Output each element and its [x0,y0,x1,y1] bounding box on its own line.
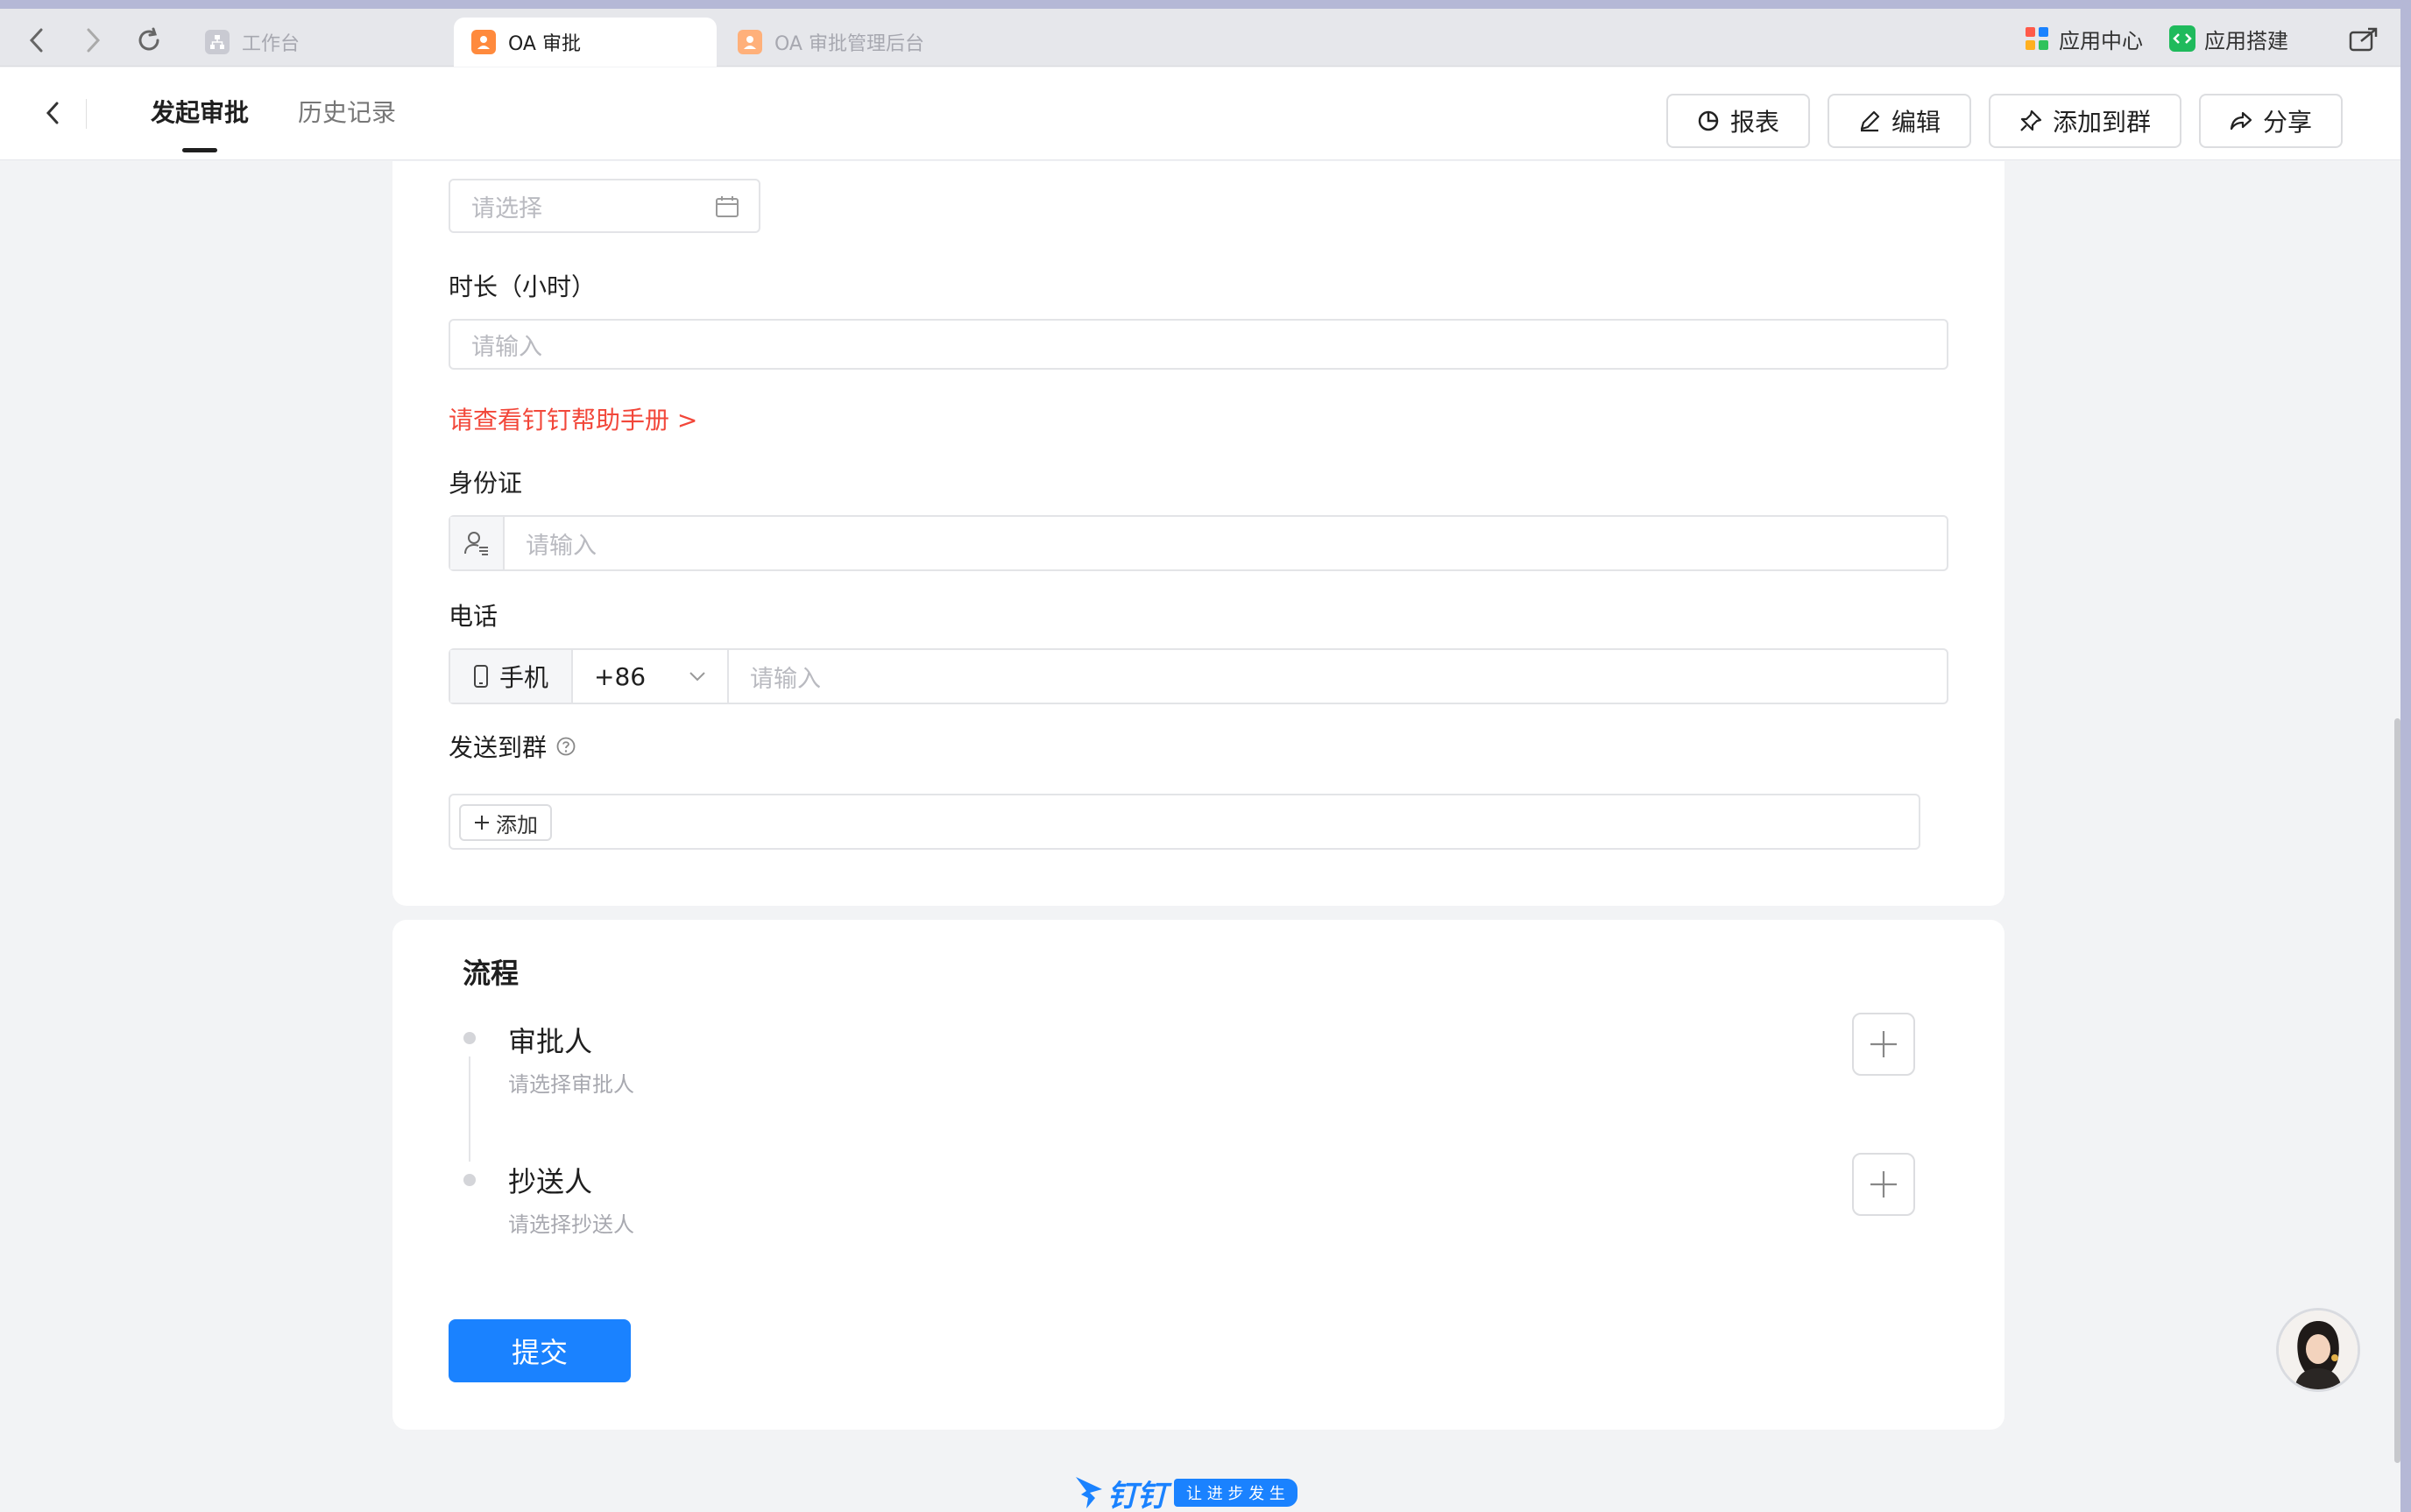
step-dot [463,1174,476,1186]
refresh-button[interactable] [131,23,166,58]
app-window: 工作台 OA 审批 OA 审批管理后台 应用中心 应用搭建 发起审批 历史记录 … [0,9,2400,1512]
tab-oa-admin[interactable]: OA 审批管理后台 [720,18,1036,67]
app-center-button[interactable]: 应用中心 [2024,23,2143,54]
code-icon [2169,25,2195,52]
cc-hint: 请选择抄送人 [508,1212,634,1237]
add-to-group-button[interactable]: 添加到群 [1989,94,2181,148]
assistant-avatar[interactable] [2276,1308,2360,1392]
report-button[interactable]: 报表 [1666,94,1810,148]
tab-bar: 工作台 OA 审批 OA 审批管理后台 应用中心 应用搭建 [0,9,2400,67]
id-card-label: 身份证 [449,469,523,498]
divider [86,99,87,129]
tab-label: OA 审批 [508,33,581,55]
refresh-icon [138,27,159,51]
add-approver-button[interactable] [1852,1013,1915,1076]
pin-icon [2020,110,2042,131]
tab-start-approval[interactable]: 发起审批 [151,94,249,129]
app-grid-icon [2024,25,2050,52]
process-card [392,920,2004,1430]
duration-placeholder: 请输入 [471,333,542,361]
app-center-label: 应用中心 [2059,28,2143,53]
id-card-placeholder: 请输入 [526,532,597,560]
tab-history[interactable]: 历史记录 [298,94,396,129]
send-group-label-row: 发送到群 [449,729,576,764]
help-manual-link[interactable]: 请查看钉钉帮助手册 > [449,401,697,436]
phone-type-label: 手机 [498,663,548,692]
tab-label: OA 审批管理后台 [774,33,924,55]
phone-label: 电话 [449,602,498,631]
user-card-icon [464,532,488,555]
duration-label: 时长（小时） [449,272,597,301]
tab-active-indicator [182,148,217,152]
process-title: 流程 [463,957,520,990]
app-build-button[interactable]: 应用搭建 [2169,23,2288,54]
tab-workbench[interactable]: 工作台 [187,18,450,67]
approval-user-icon [738,30,762,54]
pencil-icon [1860,110,1880,132]
submit-button[interactable]: 提交 [449,1319,631,1382]
add-group-label: 添加 [496,812,538,837]
nav-forward-button[interactable] [75,23,110,58]
date-placeholder: 请选择 [471,194,542,223]
org-chart-icon [205,30,230,54]
phone-input: 手机 +86 请输入 [449,648,1948,704]
brand-name: 钉钉 [1107,1478,1167,1512]
mobile-phone-icon [473,665,488,688]
id-card-addon [450,517,505,569]
page-header: 发起审批 历史记录 报表 编辑 添加到群 分享 [0,67,2400,160]
help-circle-icon[interactable] [555,736,576,757]
add-cc-button[interactable] [1852,1153,1915,1216]
phone-type-addon: 手机 [450,650,573,703]
external-window-icon [2349,27,2378,52]
avatar-portrait-icon [2279,1311,2358,1389]
approval-user-icon [471,30,496,54]
add-group-button[interactable]: 添加 [459,804,552,841]
id-card-input[interactable]: 请输入 [449,515,1948,571]
scrollbar[interactable] [2394,718,2400,1463]
cc-title: 抄送人 [508,1165,593,1198]
duration-input[interactable]: 请输入 [449,319,1948,370]
share-button[interactable]: 分享 [2199,94,2343,148]
plus-icon [475,816,489,830]
chevron-down-icon [689,672,705,682]
back-button[interactable] [33,94,72,132]
plus-icon [1870,1171,1897,1198]
open-window-button[interactable] [2346,23,2381,58]
nav-back-button[interactable] [19,23,54,58]
group-select-field: 添加 [449,794,1920,850]
tab-label: 工作台 [242,33,300,55]
chevron-right-icon [87,28,101,53]
edit-label: 编辑 [1891,108,1941,137]
dingtalk-logo: 钉钉 让 进 步 发 生 [1074,1472,1297,1512]
send-group-label: 发送到群 [449,733,548,762]
plus-icon [1870,1031,1897,1057]
approver-title: 审批人 [508,1025,593,1058]
phone-number-field[interactable]: 请输入 [729,660,821,694]
pie-chart-icon [1698,110,1719,131]
share-label: 分享 [2262,108,2312,137]
dingtalk-wing-icon [1076,1477,1102,1508]
share-icon [2230,111,2252,131]
app-build-label: 应用搭建 [2204,28,2288,53]
country-code-value: +86 [594,661,647,691]
edit-button[interactable]: 编辑 [1828,94,1971,148]
calendar-icon [716,196,739,217]
add-to-group-label: 添加到群 [2052,108,2151,137]
approver-hint: 请选择审批人 [508,1072,634,1097]
chevron-left-icon [29,28,43,53]
country-code-select[interactable]: +86 [573,650,729,703]
chevron-left-icon [46,102,59,124]
date-picker[interactable]: 请选择 [449,179,760,233]
tab-oa-approval[interactable]: OA 审批 [454,18,717,67]
report-label: 报表 [1729,108,1779,137]
step-dot [463,1032,476,1044]
brand-slogan: 让 进 步 发 生 [1174,1479,1297,1507]
step-connector [469,1056,470,1162]
